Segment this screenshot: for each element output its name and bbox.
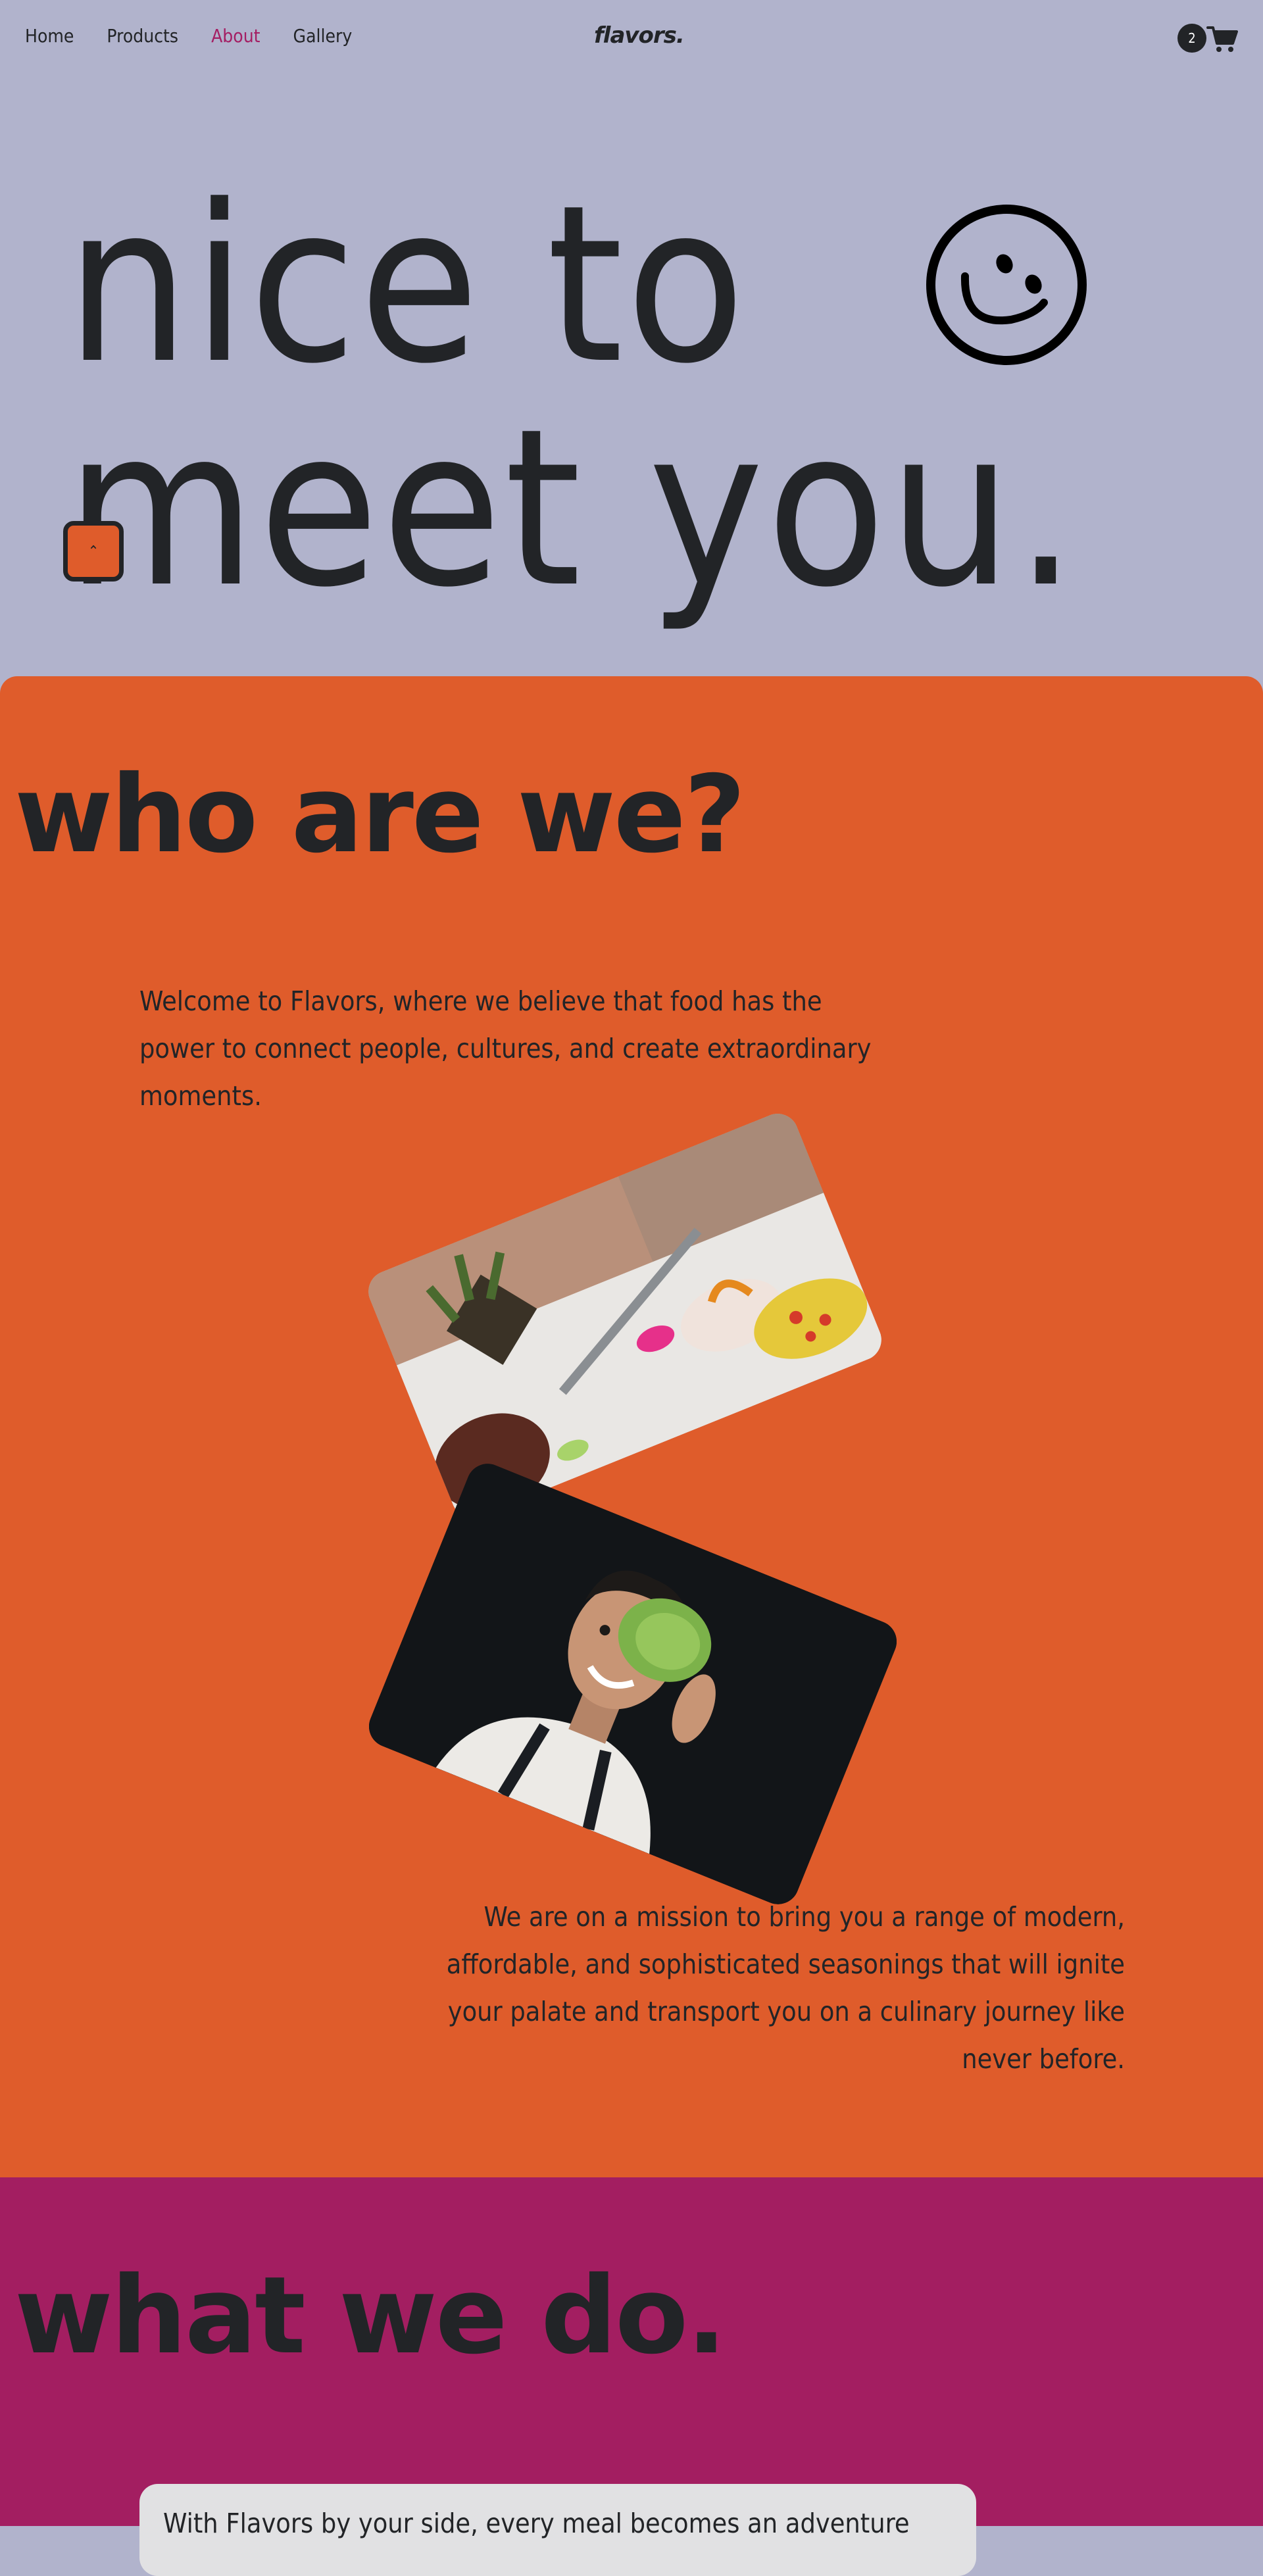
hero-section: nice to meet you. ⌃ xyxy=(0,78,1263,676)
cart-button[interactable]: 2 xyxy=(1176,22,1239,54)
hero-heading-line-1: nice to xyxy=(66,159,748,411)
chef-image xyxy=(362,1457,903,1911)
what-card-text: With Flavors by your side, every meal be… xyxy=(163,2508,910,2539)
brand-logo[interactable]: flavors. xyxy=(594,22,685,49)
cart-icon xyxy=(1206,26,1238,52)
what-title: what we do. xyxy=(14,2254,727,2378)
nav-links: Home Products About Gallery xyxy=(25,25,352,47)
nav-link-about[interactable]: About xyxy=(211,25,260,47)
hero-heading-line-2: meet you. xyxy=(66,382,1079,635)
chevron-up-icon: ⌃ xyxy=(87,543,99,560)
top-navigation: Home Products About Gallery flavors. 2 xyxy=(0,0,1263,78)
smiley-wink-icon xyxy=(926,205,1087,365)
nav-link-gallery[interactable]: Gallery xyxy=(293,25,353,47)
food-photo xyxy=(362,1107,888,1524)
cart-count-badge: 2 xyxy=(1177,24,1206,53)
nav-link-home[interactable]: Home xyxy=(25,25,74,47)
about-title: who are we? xyxy=(14,753,746,877)
chef-photo xyxy=(362,1457,903,1911)
about-intro-text: Welcome to Flavors, where we believe tha… xyxy=(139,985,872,1112)
scroll-to-top-button[interactable]: ⌃ xyxy=(63,521,124,582)
nav-link-products[interactable]: Products xyxy=(107,25,178,47)
about-section: who are we? Welcome to Flavors, where we… xyxy=(0,676,1263,2177)
food-image xyxy=(362,1107,888,1524)
what-card: With Flavors by your side, every meal be… xyxy=(139,2484,976,2576)
about-mission-text: We are on a mission to bring you a range… xyxy=(446,1901,1125,2075)
what-we-do-section: what we do. With Flavors by your side, e… xyxy=(0,2177,1263,2576)
